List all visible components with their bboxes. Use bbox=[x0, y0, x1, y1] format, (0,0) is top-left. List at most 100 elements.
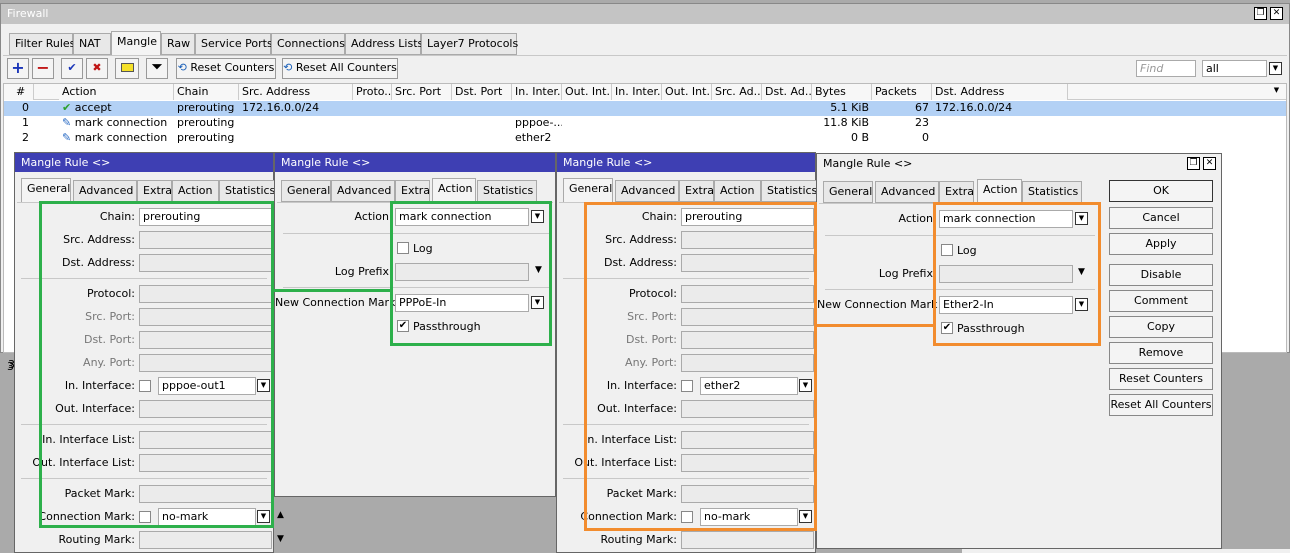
log-checkbox[interactable] bbox=[941, 244, 953, 256]
tab-statistics[interactable]: Statistics bbox=[761, 180, 817, 202]
tab-connections[interactable]: Connections bbox=[271, 33, 345, 55]
dialog-titlebar[interactable]: Mangle Rule <> bbox=[557, 153, 815, 172]
comment-button[interactable]: Comment bbox=[1109, 290, 1213, 312]
passthrough-checkbox[interactable]: ✔ bbox=[397, 320, 409, 332]
firewall-titlebar[interactable]: Firewall bbox=[1, 4, 1289, 24]
routing-mark-field[interactable] bbox=[139, 531, 272, 549]
tab-filter-rules[interactable]: Filter Rules bbox=[9, 33, 75, 55]
action-dropdown-icon[interactable]: ▼ bbox=[531, 210, 544, 223]
tab-extra[interactable]: Extra bbox=[395, 180, 430, 202]
tab-advanced[interactable]: Advanced bbox=[331, 180, 395, 202]
tab-layer7-protocols[interactable]: Layer7 Protocols bbox=[421, 33, 518, 55]
protocol-field[interactable] bbox=[681, 285, 814, 303]
table-row[interactable]: 2 ✎ mark connection prerouting ether2 0 … bbox=[4, 131, 1286, 146]
disable-button[interactable]: ✖ bbox=[86, 58, 108, 79]
tab-action[interactable]: Action bbox=[432, 178, 476, 202]
any-port-field[interactable] bbox=[139, 354, 272, 372]
filter-dropdown-icon[interactable]: ▼ bbox=[1269, 62, 1282, 75]
tab-action[interactable]: Action bbox=[714, 180, 761, 202]
routing-mark-field[interactable] bbox=[681, 531, 814, 549]
connection-mark-field[interactable]: no-mark bbox=[700, 508, 798, 526]
tab-address-lists[interactable]: Address Lists bbox=[345, 33, 423, 55]
col-packets[interactable]: Packets bbox=[872, 84, 932, 100]
connection-mark-dropdown-icon[interactable]: ▼ bbox=[799, 510, 812, 523]
tab-action[interactable]: Action bbox=[172, 180, 219, 202]
dst-address-field[interactable] bbox=[681, 254, 814, 272]
out-interface-field[interactable] bbox=[139, 400, 272, 418]
connection-mark-dropdown-icon[interactable]: ▼ bbox=[257, 510, 270, 523]
tab-general[interactable]: General bbox=[281, 180, 331, 202]
new-connection-mark-dropdown-icon[interactable]: ▼ bbox=[531, 296, 544, 309]
log-prefix-dropdown-icon[interactable]: ▼ bbox=[1078, 267, 1085, 277]
tab-statistics[interactable]: Statistics bbox=[1022, 181, 1082, 203]
filter-select[interactable]: all bbox=[1202, 60, 1267, 77]
in-interface-field[interactable]: pppoe-out1 bbox=[158, 377, 256, 395]
tab-service-ports[interactable]: Service Ports bbox=[195, 33, 273, 55]
tab-action[interactable]: Action bbox=[977, 179, 1022, 203]
tab-advanced[interactable]: Advanced bbox=[615, 180, 679, 202]
any-port-field[interactable] bbox=[681, 354, 814, 372]
tab-extra[interactable]: Extra bbox=[679, 180, 714, 202]
tab-general[interactable]: General bbox=[21, 178, 71, 202]
col-dst-port[interactable]: Dst. Port bbox=[452, 84, 512, 100]
in-interface-invert-checkbox[interactable] bbox=[681, 380, 693, 392]
col-src-address[interactable]: Src. Address bbox=[239, 84, 353, 100]
chain-field[interactable]: prerouting bbox=[139, 208, 272, 226]
comment-button[interactable] bbox=[115, 58, 139, 79]
log-prefix-field[interactable] bbox=[395, 263, 529, 281]
col-bytes[interactable]: Bytes bbox=[812, 84, 872, 100]
dialog-titlebar[interactable]: Mangle Rule <> bbox=[15, 153, 273, 172]
disable-button[interactable]: Disable bbox=[1109, 264, 1213, 286]
remove-button[interactable]: − bbox=[32, 58, 54, 79]
scroll-down-icon[interactable]: ▼ bbox=[277, 534, 284, 544]
tab-statistics[interactable]: Statistics bbox=[477, 180, 537, 202]
table-row[interactable]: 1 ✎ mark connection prerouting pppoe-...… bbox=[4, 116, 1286, 131]
col-src-port[interactable]: Src. Port bbox=[392, 84, 452, 100]
log-checkbox[interactable] bbox=[397, 242, 409, 254]
col-in-interface[interactable]: In. Inter... bbox=[512, 84, 562, 100]
table-row[interactable]: 0 ✔ accept prerouting 172.16.0.0/24 5.1 … bbox=[4, 101, 1286, 116]
new-connection-mark-field[interactable]: Ether2-In bbox=[939, 296, 1073, 314]
col-dst-address-list[interactable]: Dst. Ad... bbox=[762, 84, 812, 100]
tab-extra[interactable]: Extra bbox=[137, 180, 172, 202]
packet-mark-field[interactable] bbox=[139, 485, 272, 503]
copy-button[interactable]: Copy bbox=[1109, 316, 1213, 338]
connection-mark-invert-checkbox[interactable] bbox=[139, 511, 151, 523]
col-in-interface-list[interactable]: In. Inter... bbox=[612, 84, 662, 100]
dialog-titlebar[interactable]: Mangle Rule <> bbox=[275, 153, 555, 172]
tab-general[interactable]: General bbox=[823, 181, 873, 203]
src-address-field[interactable] bbox=[681, 231, 814, 249]
dialog-titlebar[interactable]: Mangle Rule <> bbox=[817, 154, 1221, 173]
tab-statistics[interactable]: Statistics bbox=[219, 180, 275, 202]
restore-icon[interactable]: ❐ bbox=[1254, 7, 1267, 20]
in-interface-list-field[interactable] bbox=[139, 431, 272, 449]
connection-mark-invert-checkbox[interactable] bbox=[681, 511, 693, 523]
action-dropdown-icon[interactable]: ▼ bbox=[1075, 212, 1088, 225]
chain-field[interactable]: prerouting bbox=[681, 208, 814, 226]
col-chain[interactable]: Chain bbox=[174, 84, 239, 100]
tab-raw[interactable]: Raw bbox=[161, 33, 195, 55]
reset-counters-button[interactable]: Reset Counters bbox=[1109, 368, 1213, 390]
col-out-interface-list[interactable]: Out. Int... bbox=[662, 84, 712, 100]
src-address-field[interactable] bbox=[139, 231, 272, 249]
reset-all-counters-button[interactable]: ⟲ Reset All Counters bbox=[282, 58, 398, 79]
packet-mark-field[interactable] bbox=[681, 485, 814, 503]
out-interface-list-field[interactable] bbox=[139, 454, 272, 472]
passthrough-checkbox[interactable]: ✔ bbox=[941, 322, 953, 334]
tab-general[interactable]: General bbox=[563, 178, 613, 202]
col-action[interactable]: Action bbox=[59, 84, 174, 100]
connection-mark-field[interactable]: no-mark bbox=[158, 508, 256, 526]
find-input[interactable]: Find bbox=[1136, 60, 1196, 77]
restore-icon[interactable]: ❐ bbox=[1187, 157, 1200, 170]
src-port-field[interactable] bbox=[139, 308, 272, 326]
cancel-button[interactable]: Cancel bbox=[1109, 207, 1213, 229]
reset-all-counters-button[interactable]: Reset All Counters bbox=[1109, 394, 1213, 416]
ok-button[interactable]: OK bbox=[1109, 180, 1213, 202]
col-protocol[interactable]: Proto... bbox=[353, 84, 392, 100]
src-port-field[interactable] bbox=[681, 308, 814, 326]
tab-nat[interactable]: NAT bbox=[73, 33, 111, 55]
dst-port-field[interactable] bbox=[681, 331, 814, 349]
enable-button[interactable]: ✔ bbox=[61, 58, 83, 79]
col-dst-address[interactable]: Dst. Address bbox=[932, 84, 1068, 100]
remove-button[interactable]: Remove bbox=[1109, 342, 1213, 364]
